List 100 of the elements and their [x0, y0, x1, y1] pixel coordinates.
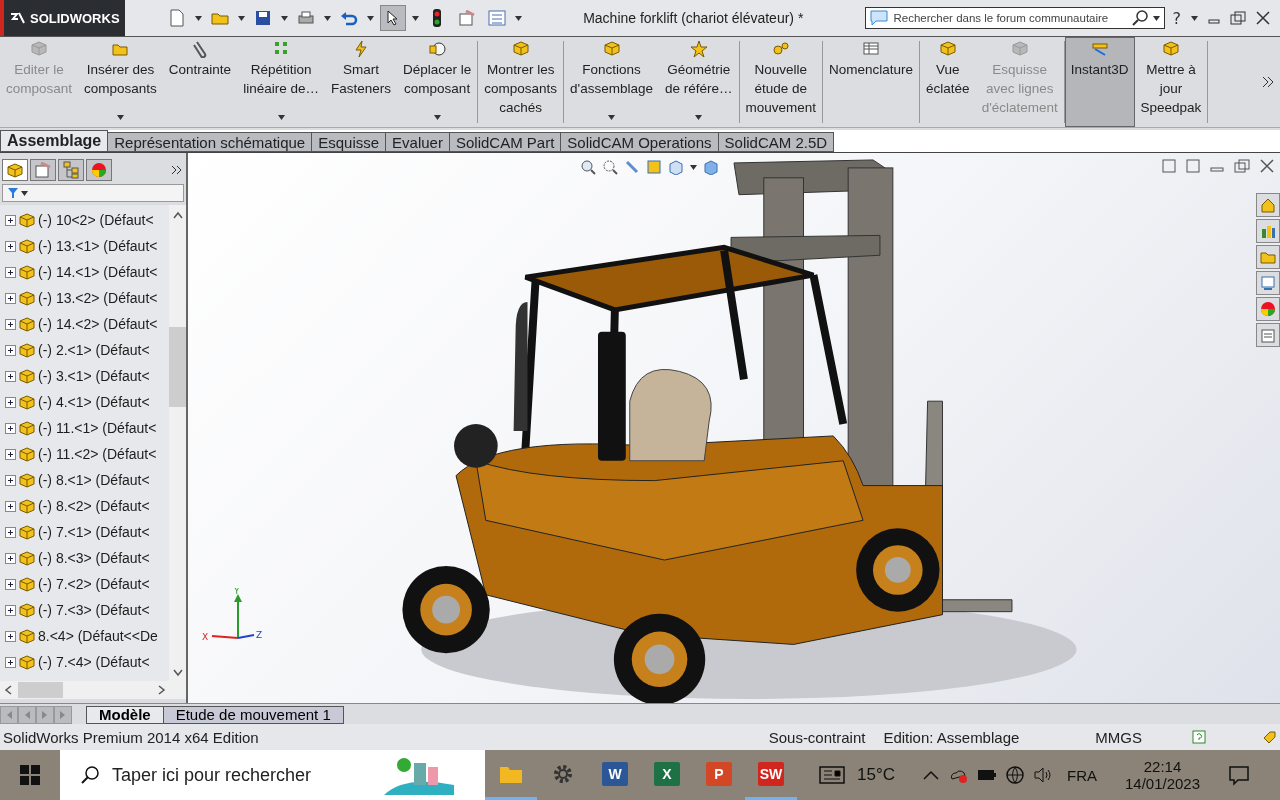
expand-icon[interactable]: [5, 396, 16, 408]
expand-icon[interactable]: [5, 292, 16, 304]
properties-icon[interactable]: [1256, 323, 1280, 347]
tag-icon[interactable]: [1262, 730, 1276, 744]
tree-item[interactable]: (-) 13.<2> (Défaut<: [38, 290, 158, 306]
tree-item[interactable]: (-) 8.<1> (Défaut<: [38, 472, 150, 488]
ribbon-button[interactable]: Fonctions d'assemblage: [564, 37, 659, 127]
expand-icon[interactable]: [5, 318, 16, 330]
expand-icon[interactable]: [5, 422, 16, 434]
caret-icon[interactable]: [277, 115, 285, 120]
tree-item[interactable]: (-) 8.<3> (Défaut<: [38, 550, 150, 566]
cloud-icon[interactable]: [949, 767, 969, 783]
section-view-icon[interactable]: [646, 159, 662, 175]
tree-item[interactable]: (-) 8.<2> (Défaut<: [38, 498, 150, 514]
tree-item[interactable]: (-) 11.<2> (Défaut<: [38, 446, 157, 462]
taskbar-app[interactable]: P: [693, 750, 745, 800]
caret-icon[interactable]: [1191, 15, 1198, 21]
chevron-up-icon[interactable]: [923, 770, 939, 780]
ribbon-tab[interactable]: Représentation schématique: [107, 132, 313, 152]
expand-icon[interactable]: [5, 370, 16, 382]
display-style-icon[interactable]: [703, 159, 719, 175]
expand-icon[interactable]: [5, 448, 16, 460]
model-tab[interactable]: Etude de mouvement 1: [162, 706, 344, 724]
panel-tab[interactable]: [58, 159, 84, 181]
notification-icon[interactable]: [1228, 764, 1250, 786]
taskbar-app[interactable]: X: [641, 750, 693, 800]
panel-tab[interactable]: [30, 159, 56, 181]
ribbon-tab[interactable]: Evaluer: [385, 132, 450, 152]
folder-icon[interactable]: [1256, 245, 1280, 269]
caret-icon[interactable]: [367, 15, 374, 21]
language-indicator[interactable]: FRA: [1067, 766, 1097, 784]
scroll-right-icon[interactable]: [158, 685, 166, 695]
tree-item[interactable]: (-) 7.<3> (Défaut<: [38, 602, 150, 618]
ribbon-tab[interactable]: SolidCAM 2.5D: [717, 132, 835, 152]
close-icon[interactable]: [1260, 159, 1274, 173]
ribbon-tab[interactable]: SolidCAM Operations: [560, 132, 719, 152]
caret-icon[interactable]: [515, 15, 522, 21]
expand-icon[interactable]: [5, 656, 16, 668]
caret-icon[interactable]: [695, 115, 703, 120]
expand-icon[interactable]: [5, 578, 16, 590]
previous-view-icon[interactable]: [624, 159, 640, 175]
search-field[interactable]: Rechercher dans le forum communautaire: [864, 7, 1165, 29]
caret-icon[interactable]: [433, 115, 441, 120]
ribbon-button[interactable]: Déplacer le composant: [396, 37, 478, 127]
ribbon-button[interactable]: Instant3D: [1064, 37, 1135, 127]
filter-button[interactable]: [2, 184, 184, 202]
restore-icon[interactable]: [1230, 11, 1246, 25]
caret-icon[interactable]: [238, 15, 245, 21]
caret-icon[interactable]: [116, 115, 124, 120]
ribbon-button[interactable]: Smart Fasteners: [324, 37, 397, 127]
caret-icon[interactable]: [195, 15, 202, 21]
help-button[interactable]: ?: [1172, 8, 1181, 28]
tree-item[interactable]: (-) 2.<1> (Défaut<: [38, 342, 150, 358]
tree-item[interactable]: (-) 3.<1> (Défaut<: [38, 368, 150, 384]
pointer-icon[interactable]: [380, 5, 406, 31]
tree-item[interactable]: (-) 13.<1> (Défaut<: [38, 238, 158, 254]
panel-tab[interactable]: [2, 159, 28, 181]
tile-icon[interactable]: [1162, 159, 1176, 173]
expand-icon[interactable]: [5, 474, 16, 486]
expand-icon[interactable]: [5, 344, 16, 356]
zoom-icon[interactable]: [580, 159, 596, 175]
battery-icon[interactable]: [977, 769, 997, 781]
caret-icon[interactable]: [690, 164, 697, 170]
close-icon[interactable]: [1256, 11, 1270, 25]
expand-icon[interactable]: [5, 604, 16, 616]
scroll-down-icon[interactable]: [172, 669, 183, 677]
expand-icon[interactable]: [5, 630, 16, 642]
ribbon-button[interactable]: Nomenclature: [823, 37, 920, 127]
ribbon-button[interactable]: Montrer les composants cachés: [478, 37, 564, 127]
ribbon-tab[interactable]: Assemblage: [0, 130, 109, 152]
help-icon[interactable]: [1192, 730, 1206, 744]
ribbon-tab[interactable]: Esquisse: [311, 132, 387, 152]
caret-icon[interactable]: [1152, 15, 1160, 21]
expand-icon[interactable]: [5, 240, 16, 252]
tree-item[interactable]: (-) 14.<1> (Défaut<: [38, 264, 158, 280]
search-icon[interactable]: [1130, 9, 1149, 27]
scrollbar-thumb[interactable]: [169, 327, 186, 407]
caret-icon[interactable]: [324, 15, 331, 21]
tree-item[interactable]: (-) 4.<1> (Défaut<: [38, 394, 150, 410]
caret-icon[interactable]: [412, 15, 419, 21]
caret-icon[interactable]: [281, 15, 288, 21]
tile-icon[interactable]: [1186, 159, 1200, 173]
ribbon-button[interactable]: Vue éclatée: [920, 37, 976, 127]
ribbon-button[interactable]: Insérer des composants: [78, 37, 163, 127]
tree-item[interactable]: (-) 7.<1> (Défaut<: [38, 524, 150, 540]
view-orientation-icon[interactable]: [668, 159, 684, 175]
model-tab[interactable]: Modèle: [86, 706, 164, 724]
ribbon-tab[interactable]: SolidCAM Part: [448, 132, 562, 152]
ribbon-button[interactable]: Contrainte: [162, 37, 238, 127]
tree-item[interactable]: (-) 7.<2> (Défaut<: [38, 576, 150, 592]
expand-icon[interactable]: [5, 526, 16, 538]
home-icon[interactable]: [1256, 193, 1280, 217]
globe-icon[interactable]: [1005, 765, 1025, 785]
news-icon[interactable]: [819, 765, 845, 785]
tree-item[interactable]: (-) 11.<1> (Défaut<: [38, 420, 157, 436]
ribbon-button[interactable]: Nouvelle étude de mouvement: [739, 37, 823, 127]
expand-icon[interactable]: [5, 500, 16, 512]
scrollbar-thumb[interactable]: [18, 682, 63, 698]
scroll-left-icon[interactable]: [4, 685, 12, 695]
tree-item[interactable]: (-) 10<2> (Défaut<: [38, 212, 154, 228]
